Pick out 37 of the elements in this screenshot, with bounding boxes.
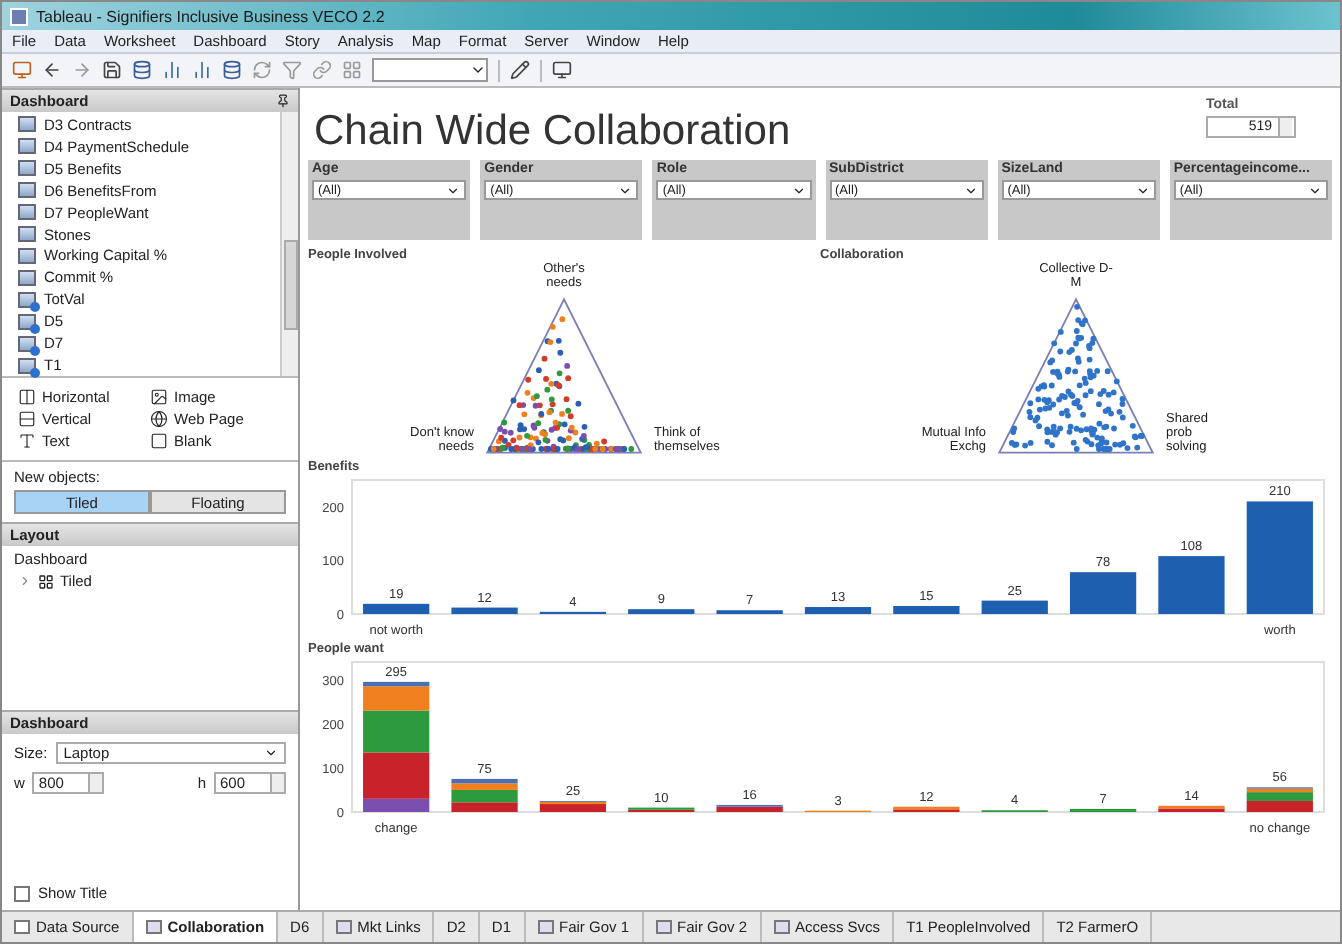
monitor-icon[interactable] [552,60,572,80]
save-icon[interactable] [102,60,122,80]
sheet-icon [18,335,36,352]
pin-icon[interactable] [276,94,290,108]
scrollbar[interactable] [280,112,298,376]
caret-icon [618,183,633,197]
window-title: Tableau - Signifiers Inclusive Business VECO 2.2 [36,7,385,25]
caret-icon [791,183,806,197]
pencil-icon[interactable] [510,60,530,80]
caret-icon [470,62,486,78]
back-icon[interactable] [42,60,62,80]
globe-icon [150,410,168,428]
checkbox[interactable] [14,885,30,901]
square-icon [150,432,168,450]
rows-icon [18,410,36,428]
image-icon [150,388,168,406]
chart-icon[interactable] [162,60,182,80]
caret-icon [1135,183,1150,197]
sheet-icon [18,313,36,330]
caret-icon [264,746,278,760]
forward-icon[interactable] [72,60,92,80]
caret-icon [446,183,461,197]
caret-icon [1308,183,1323,197]
container-icon [38,573,54,589]
chart-icon[interactable] [192,60,212,80]
link-icon[interactable] [312,60,332,80]
columns-icon [18,388,36,406]
toolbar-dropdown[interactable] [372,58,488,82]
refresh-icon[interactable] [252,60,272,80]
caret-icon [963,183,978,197]
app-icon [10,7,28,25]
filter-icon[interactable] [282,60,302,80]
expand-icon[interactable] [18,574,32,588]
sheet-icon [18,357,36,374]
sheet-icon [18,291,36,308]
text-icon [18,432,36,450]
dashboard-title: Chain Wide Collaboration [312,106,791,156]
